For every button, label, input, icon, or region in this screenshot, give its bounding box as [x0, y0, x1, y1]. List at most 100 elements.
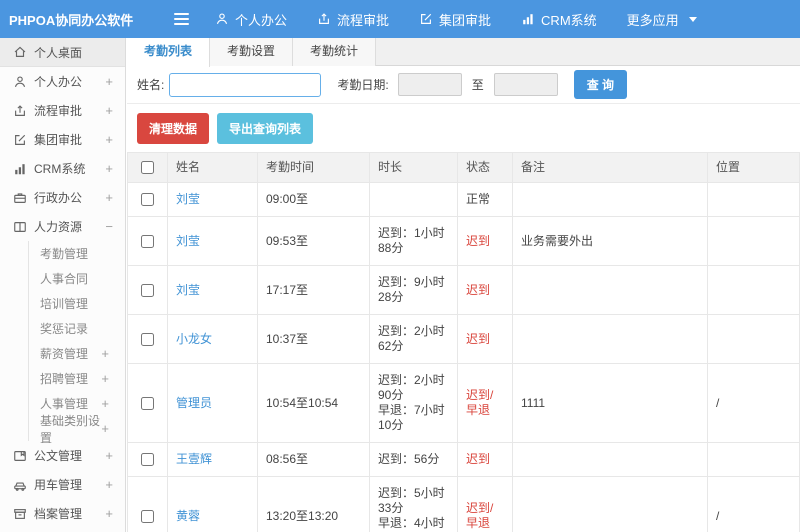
column-header: 姓名 [167, 152, 258, 183]
sidebar-item-label: 用车管理 [34, 478, 83, 492]
column-header: 备注 [512, 152, 708, 183]
menu-toggle-icon[interactable] [170, 9, 193, 29]
employee-name-link[interactable]: 管理员 [176, 396, 212, 410]
expand-icon[interactable]: + [105, 161, 113, 176]
sidebar-item-0[interactable]: 个人桌面 [0, 38, 125, 67]
doc-icon [12, 449, 27, 463]
nav-item-2[interactable]: 流程审批 [317, 10, 389, 29]
nav-item-1[interactable]: 个人办公 [215, 10, 287, 29]
nav-item-3[interactable]: 集团审批 [419, 10, 491, 29]
sidebar-subitem-9[interactable]: 培训管理 [29, 291, 125, 316]
select-all-checkbox[interactable] [141, 161, 154, 175]
nav-item-label: CRM系统 [541, 12, 597, 28]
name-cell: 刘莹 [167, 182, 258, 217]
nav-item-4[interactable]: CRM系统 [521, 10, 597, 29]
employee-name-link[interactable]: 刘莹 [176, 234, 200, 248]
expand-icon[interactable]: + [105, 477, 113, 492]
row-checkbox[interactable] [141, 509, 154, 523]
export-list-button[interactable]: 导出查询列表 [217, 113, 314, 144]
sidebar-item-4[interactable]: CRM系统 + [0, 154, 125, 183]
employee-name-link[interactable]: 刘莹 [176, 283, 200, 297]
nav-item-5[interactable]: 更多应用 [627, 10, 697, 29]
row-checkbox[interactable] [141, 283, 154, 297]
expand-icon[interactable]: + [101, 371, 109, 386]
sidebar-subitem-8[interactable]: 人事合同 [29, 266, 125, 291]
expand-icon[interactable]: − [105, 219, 113, 234]
remark-cell [512, 442, 708, 477]
employee-name-link[interactable]: 小龙女 [176, 332, 212, 346]
sidebar-item-2[interactable]: 流程审批 + [0, 96, 125, 125]
row-checkbox-cell [127, 182, 168, 217]
sidebar-subitem-label: 基础类别设置 [40, 413, 101, 445]
sidebar-subitem-14[interactable]: 基础类别设置 + [29, 414, 125, 445]
expand-icon[interactable]: + [105, 103, 113, 118]
nav-item-label: 集团审批 [439, 12, 492, 28]
sidebar-item-17[interactable]: 档案管理 + [0, 499, 125, 528]
clean-data-button[interactable]: 清理数据 [137, 113, 210, 144]
status-cell: 迟到 [457, 265, 513, 315]
sidebar-subitem-11[interactable]: 薪资管理 + [29, 341, 125, 366]
status-cell: 迟到 [457, 442, 513, 477]
tab-1[interactable]: 考勤列表 [127, 38, 211, 67]
name-cell: 刘莹 [167, 216, 258, 266]
row-checkbox[interactable] [141, 453, 154, 467]
sidebar-item-5[interactable]: 行政办公 + [0, 183, 125, 212]
sidebar-subitem-10[interactable]: 奖惩记录 [29, 316, 125, 341]
expand-icon[interactable]: + [101, 421, 109, 436]
remark-cell: 业务需要外出 [512, 216, 708, 266]
expand-icon[interactable]: + [105, 190, 113, 205]
column-header: 状态 [457, 152, 513, 183]
name-filter-input[interactable] [169, 72, 322, 97]
expand-icon[interactable]: + [105, 506, 113, 521]
row-checkbox[interactable] [141, 193, 154, 207]
name-filter-label: 姓名: [137, 78, 165, 92]
employee-name-link[interactable]: 刘莹 [176, 192, 200, 206]
sidebar-item-label: 行政办公 [34, 191, 83, 205]
duration-cell: 迟到：2小时90分 早退：7小时10分 [369, 363, 458, 443]
sidebar-subitem-label: 人事管理 [40, 397, 89, 411]
workflow-icon [12, 104, 27, 118]
location-cell [707, 314, 800, 364]
status-cell: 迟到 [457, 314, 513, 364]
sidebar-subitem-7[interactable]: 考勤管理 [29, 241, 125, 266]
time-cell: 17:17至 [257, 265, 370, 315]
edit-icon [12, 133, 27, 147]
expand-icon[interactable]: + [105, 448, 113, 463]
remark-cell [512, 265, 708, 315]
tab-2[interactable]: 考勤设置 [210, 38, 294, 66]
sidebar-item-18[interactable]: 项目管理+ [0, 528, 125, 532]
employee-name-link[interactable]: 黄蓉 [176, 509, 200, 523]
table-row: 黄蓉13:20至13:20迟到：5小时33分早退：4小时67分迟到/早退/ [127, 476, 800, 532]
select-all-cell [127, 152, 168, 183]
date-from-input[interactable] [397, 73, 462, 96]
expand-icon[interactable]: + [101, 346, 109, 361]
row-checkbox[interactable] [141, 396, 154, 410]
duration-cell: 迟到：9小时28分 [369, 265, 458, 315]
sidebar-item-label: 集团审批 [34, 133, 83, 147]
status-cell: 正常 [457, 182, 513, 217]
sidebar-submenu: 考勤管理 人事合同 培训管理 奖惩记录 薪资管理 + 招聘管理 + 人事管理 + 基础类别设置 + [28, 241, 125, 445]
sidebar-item-16[interactable]: 用车管理 + [0, 470, 125, 499]
duration-line: 迟到：2小时90分 [378, 373, 445, 402]
search-button[interactable]: 查 询 [573, 70, 628, 99]
expand-icon[interactable]: + [101, 396, 109, 411]
row-checkbox[interactable] [141, 234, 154, 248]
location-cell: / [707, 363, 800, 443]
remark-cell [512, 476, 708, 532]
sidebar-item-6[interactable]: 人力资源 − [0, 212, 125, 241]
date-to-input[interactable] [493, 73, 558, 96]
sidebar-item-3[interactable]: 集团审批 + [0, 125, 125, 154]
table-row: 刘莹 09:53至 迟到：1小时88分 迟到 业务需要外出 [127, 216, 800, 266]
time-cell: 10:37至 [257, 314, 370, 364]
row-checkbox-cell [127, 476, 168, 532]
expand-icon[interactable]: + [105, 132, 113, 147]
sidebar-subitem-12[interactable]: 招聘管理 + [29, 366, 125, 391]
row-checkbox-cell [127, 363, 168, 443]
tab-3[interactable]: 考勤统计 [293, 38, 377, 66]
remark-cell [512, 182, 708, 217]
row-checkbox[interactable] [141, 332, 154, 346]
expand-icon[interactable]: + [105, 74, 113, 89]
top-bar: PHPOA协同办公软件 个人办公 流程审批 集团审批 CRM系统 更多应用 [0, 0, 800, 38]
sidebar-item-1[interactable]: 个人办公 + [0, 67, 125, 96]
employee-name-link[interactable]: 王壹辉 [176, 452, 212, 466]
